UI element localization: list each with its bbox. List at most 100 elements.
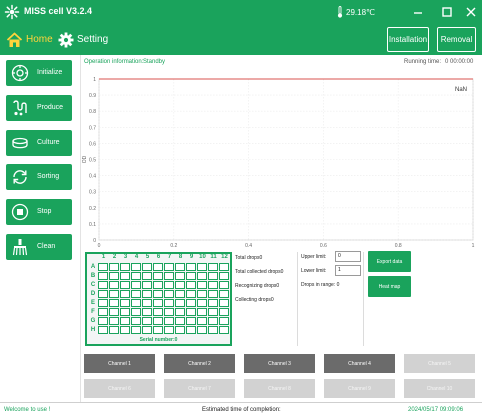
plate-well[interactable] [98, 308, 108, 316]
plate-well[interactable] [142, 290, 152, 298]
plate-well[interactable] [142, 299, 152, 307]
plate-well[interactable] [131, 299, 141, 307]
plate-well[interactable] [186, 299, 196, 307]
removal-button[interactable]: Removal [437, 27, 476, 52]
plate-well[interactable] [197, 317, 207, 325]
maximize-icon[interactable] [440, 5, 454, 19]
plate-well[interactable] [186, 317, 196, 325]
plate-well[interactable] [98, 272, 108, 280]
plate-well[interactable] [208, 308, 218, 316]
plate-well[interactable] [142, 308, 152, 316]
upper-limit-input[interactable]: 0 [335, 251, 361, 262]
plate-well[interactable] [175, 299, 185, 307]
plate-well[interactable] [219, 299, 229, 307]
plate-well[interactable] [98, 263, 108, 271]
plate-well[interactable] [153, 281, 163, 289]
plate-well[interactable] [131, 272, 141, 280]
plate-well[interactable] [164, 281, 174, 289]
plate-well[interactable] [208, 281, 218, 289]
plate-well[interactable] [109, 299, 119, 307]
channel-5-button[interactable]: Channel 5 [404, 354, 475, 373]
plate-well[interactable] [186, 308, 196, 316]
setting-tab[interactable]: Setting [77, 34, 108, 45]
plate-well[interactable] [219, 317, 229, 325]
channel-1-button[interactable]: Channel 1 [84, 354, 155, 373]
plate-well[interactable] [186, 281, 196, 289]
plate-well[interactable] [219, 281, 229, 289]
plate-well[interactable] [120, 299, 130, 307]
plate-well[interactable] [120, 290, 130, 298]
plate-well[interactable] [197, 308, 207, 316]
installation-button[interactable]: Installation [387, 27, 429, 52]
plate-well[interactable] [175, 272, 185, 280]
plate-well[interactable] [186, 290, 196, 298]
lower-limit-input[interactable]: 1 [335, 265, 361, 276]
plate-well[interactable] [131, 263, 141, 271]
plate-well[interactable] [153, 308, 163, 316]
plate-well[interactable] [164, 308, 174, 316]
plate-well[interactable] [164, 317, 174, 325]
plate-well[interactable] [186, 272, 196, 280]
plate-well[interactable] [219, 290, 229, 298]
heat-map-button[interactable]: Heat map [368, 276, 411, 297]
channel-2-button[interactable]: Channel 2 [164, 354, 235, 373]
home-icon[interactable] [6, 32, 23, 48]
channel-3-button[interactable]: Channel 3 [244, 354, 315, 373]
plate-well[interactable] [208, 272, 218, 280]
plate-well[interactable] [131, 326, 141, 334]
plate-well[interactable] [131, 308, 141, 316]
plate-well[interactable] [164, 272, 174, 280]
plate-well[interactable] [175, 308, 185, 316]
channel-8-button[interactable]: Channel 8 [244, 379, 315, 398]
plate-well[interactable] [120, 272, 130, 280]
plate-well[interactable] [142, 281, 152, 289]
plate-well[interactable] [153, 326, 163, 334]
plate-well[interactable] [142, 326, 152, 334]
plate-well[interactable] [219, 308, 229, 316]
initialize-button[interactable]: Initialize [6, 60, 72, 86]
plate-well[interactable] [197, 272, 207, 280]
plate-well[interactable] [197, 299, 207, 307]
plate-well[interactable] [120, 326, 130, 334]
plate-well[interactable] [186, 326, 196, 334]
plate-well[interactable] [131, 317, 141, 325]
channel-10-button[interactable]: Channel 10 [404, 379, 475, 398]
plate-well[interactable] [175, 326, 185, 334]
plate-well[interactable] [208, 290, 218, 298]
plate-well[interactable] [142, 272, 152, 280]
plate-well[interactable] [208, 263, 218, 271]
minimize-icon[interactable] [411, 5, 425, 19]
culture-button[interactable]: Culture [6, 130, 72, 156]
gear-icon[interactable] [58, 32, 74, 48]
plate-well[interactable] [186, 263, 196, 271]
plate-well[interactable] [142, 317, 152, 325]
plate-well[interactable] [153, 317, 163, 325]
plate-well[interactable] [98, 326, 108, 334]
plate-well[interactable] [109, 263, 119, 271]
plate-well[interactable] [175, 317, 185, 325]
plate-well[interactable] [208, 326, 218, 334]
plate-well[interactable] [120, 308, 130, 316]
plate-well[interactable] [164, 326, 174, 334]
plate-well[interactable] [153, 263, 163, 271]
channel-6-button[interactable]: Channel 6 [84, 379, 155, 398]
plate-well[interactable] [120, 317, 130, 325]
channel-4-button[interactable]: Channel 4 [324, 354, 395, 373]
plate-well[interactable] [164, 263, 174, 271]
plate-well[interactable] [153, 299, 163, 307]
plate-well[interactable] [197, 263, 207, 271]
plate-well[interactable] [98, 281, 108, 289]
plate-well[interactable] [175, 281, 185, 289]
plate-well[interactable] [98, 290, 108, 298]
plate-well[interactable] [208, 299, 218, 307]
plate-well[interactable] [109, 308, 119, 316]
channel-7-button[interactable]: Channel 7 [164, 379, 235, 398]
plate-well[interactable] [98, 299, 108, 307]
plate-well[interactable] [109, 326, 119, 334]
plate-well[interactable] [109, 317, 119, 325]
plate-well[interactable] [109, 281, 119, 289]
plate-well[interactable] [131, 290, 141, 298]
plate-well[interactable] [98, 317, 108, 325]
plate-well[interactable] [109, 272, 119, 280]
close-icon[interactable] [464, 5, 478, 19]
